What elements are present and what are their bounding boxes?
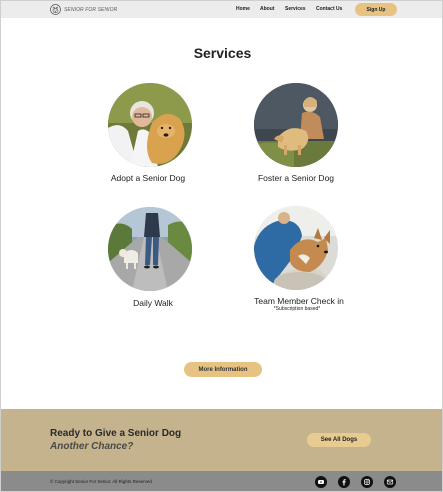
instagram-icon[interactable]: [361, 476, 373, 488]
check-in-label: Team Member Check in: [254, 296, 344, 306]
page: SENIOR FOR SENIOR Home About Services Co…: [0, 0, 443, 492]
youtube-icon[interactable]: [315, 476, 327, 488]
nav-services[interactable]: Services: [285, 6, 306, 12]
footer: © Copyright Senior For Senior. All Right…: [1, 471, 442, 491]
foster-photo[interactable]: [254, 83, 338, 167]
brand-name: SENIOR FOR SENIOR: [64, 6, 118, 13]
adopt-image: [108, 83, 192, 167]
see-all-dogs-button[interactable]: See All Dogs: [307, 433, 371, 447]
sign-up-button[interactable]: Sign Up: [355, 3, 397, 16]
email-icon[interactable]: [384, 476, 396, 488]
header: SENIOR FOR SENIOR Home About Services Co…: [1, 1, 442, 18]
cta-title: Ready to Give a Senior Dog: [50, 428, 182, 439]
cta-subtitle: Another Chance?: [50, 441, 134, 452]
dog-logo-icon: [50, 4, 61, 15]
nav-home[interactable]: Home: [236, 6, 250, 12]
daily-walk-image: [108, 207, 192, 291]
more-information-button[interactable]: More Information: [184, 362, 262, 377]
facebook-icon[interactable]: [338, 476, 350, 488]
check-in-image: [254, 206, 338, 290]
daily-walk-photo[interactable]: [108, 207, 192, 291]
adopt-photo[interactable]: [108, 83, 192, 167]
subscription-note: *Subscription based*: [273, 306, 321, 312]
logo[interactable]: SENIOR FOR SENIOR: [50, 4, 117, 15]
check-in-photo[interactable]: [254, 206, 338, 290]
cta-band: Ready to Give a Senior Dog Another Chanc…: [1, 409, 442, 471]
services-title: Services: [193, 45, 252, 61]
nav-contact-us[interactable]: Contact Us: [316, 6, 342, 12]
copyright-text: © Copyright Senior For Senior. All Right…: [50, 479, 152, 484]
foster-image: [254, 83, 338, 167]
foster-label: Foster a Senior Dog: [257, 173, 335, 183]
nav-about[interactable]: About: [260, 6, 274, 12]
